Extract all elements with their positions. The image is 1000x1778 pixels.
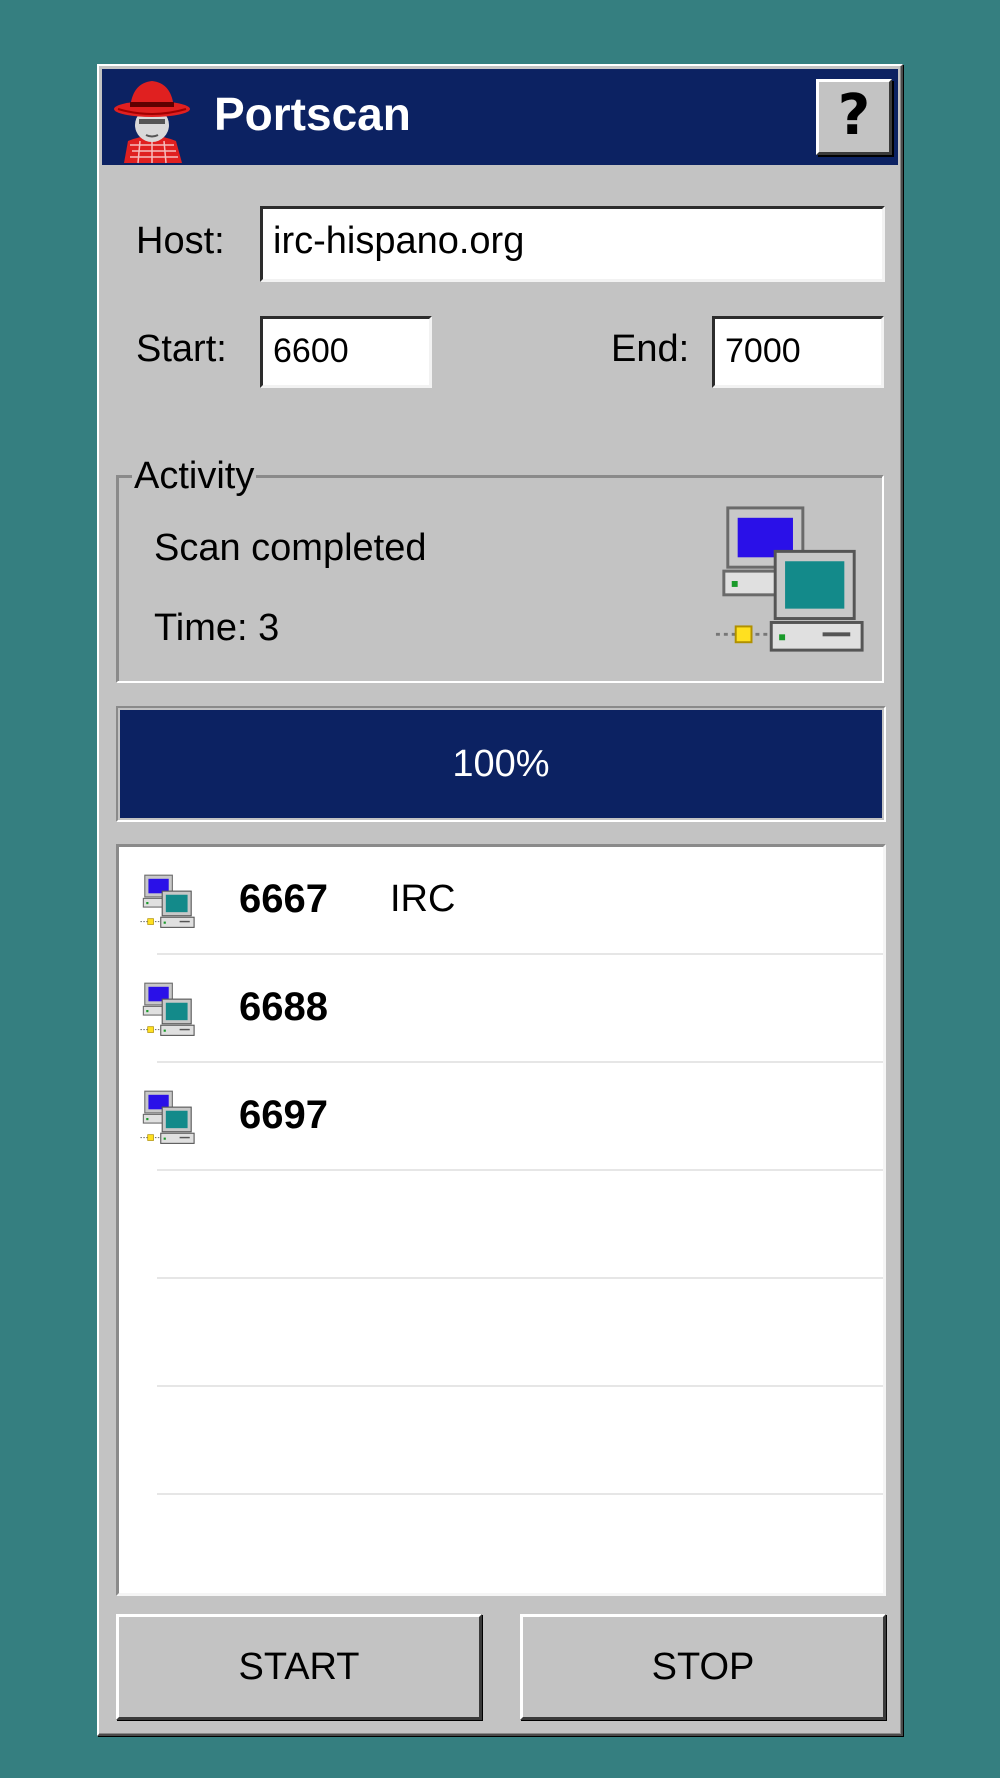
network-computers-icon [139,874,195,928]
scan-time-text: Time: 3 [154,607,280,649]
scan-status-text: Scan completed [154,527,427,569]
network-computers-icon [139,982,195,1036]
port-service: IRC [390,878,456,920]
portscan-window: Portscan ? Host: irc-hispano.org Start: … [97,64,903,1736]
empty-list-item [119,1279,883,1387]
port-number: 6697 [239,1093,328,1137]
port-number: 6688 [239,985,328,1029]
progress-percent: 100% [452,743,550,785]
scan-progress-bar: 100% [116,706,886,822]
red-hat-man-icon [114,81,190,164]
host-label: Host: [136,220,225,262]
activity-group: Activity Scan completed Time: 3 [116,455,884,683]
start-button[interactable]: START [116,1614,482,1720]
start-port-label: Start: [136,328,227,370]
empty-list-item [119,1387,883,1495]
network-computers-icon [714,506,864,652]
end-port-input[interactable]: 7000 [712,316,884,388]
list-item[interactable]: 6667 IRC [119,847,883,955]
stop-button[interactable]: STOP [520,1614,886,1720]
host-input[interactable]: irc-hispano.org [260,206,885,282]
list-item[interactable]: 6688 [119,955,883,1063]
activity-legend: Activity [132,455,257,498]
start-port-input[interactable]: 6600 [260,316,432,388]
network-computers-icon [139,1090,195,1144]
open-ports-list[interactable]: 6667 IRC 6688 6697 [116,844,886,1596]
empty-list-item [119,1495,883,1593]
list-item[interactable]: 6697 [119,1063,883,1171]
window-title: Portscan [214,88,411,140]
port-number: 6667 [239,877,328,921]
empty-list-item [119,1171,883,1279]
end-port-label: End: [611,328,690,370]
title-bar: Portscan ? [102,69,898,165]
help-button[interactable]: ? [816,79,892,155]
